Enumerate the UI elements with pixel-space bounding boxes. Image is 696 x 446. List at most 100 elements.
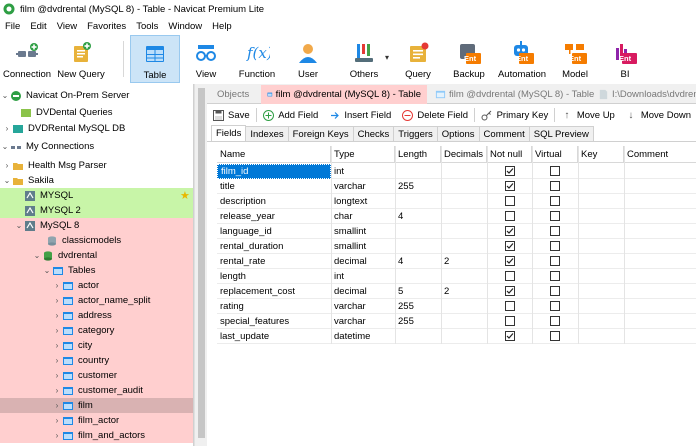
tree-table-item[interactable]: › actor_name_split: [0, 293, 193, 308]
column-header-decimals[interactable]: Decimals: [441, 146, 487, 163]
tree-mysql-8[interactable]: ⌄ MySQL 8: [0, 218, 193, 233]
tab-film-table-second[interactable]: film @dvdrental (MySQL 8) - Table: [429, 85, 600, 104]
tree-navicat-server[interactable]: ⌄ Navicat On-Prem Server: [0, 88, 193, 103]
tree-table-item[interactable]: › film_and_actors: [0, 428, 193, 443]
virtual-checkbox[interactable]: [550, 166, 560, 176]
tab-indexes[interactable]: Indexes: [245, 126, 289, 141]
cell-type[interactable]: decimal: [331, 254, 395, 269]
cell-length[interactable]: 5: [395, 284, 441, 299]
move-up-button[interactable]: ↑ Move Up: [556, 109, 620, 121]
cell-name[interactable]: last_update: [217, 329, 331, 344]
virtual-checkbox[interactable]: [550, 211, 560, 221]
chevron-right-icon[interactable]: ›: [52, 308, 62, 323]
chevron-right-icon[interactable]: ›: [52, 398, 62, 413]
chevron-right-icon[interactable]: ›: [52, 323, 62, 338]
cell-length[interactable]: 4: [395, 254, 441, 269]
tree-table-item[interactable]: › city: [0, 338, 193, 353]
column-header-name[interactable]: Name: [217, 146, 331, 163]
column-header-key[interactable]: Key: [578, 146, 624, 163]
virtual-checkbox[interactable]: [550, 196, 560, 206]
cell-decimals[interactable]: [441, 329, 487, 344]
not-null-checkbox[interactable]: [505, 226, 515, 236]
cell-name[interactable]: rental_duration: [217, 239, 331, 254]
chevron-right-icon[interactable]: ›: [52, 353, 62, 368]
tab-objects[interactable]: Objects: [211, 85, 255, 104]
cell-type[interactable]: int: [331, 269, 395, 284]
others-button[interactable]: Others: [340, 35, 388, 83]
cell-decimals[interactable]: [441, 164, 487, 179]
chevron-right-icon[interactable]: ›: [52, 428, 62, 443]
tab-film-table-active[interactable]: film @dvdrental (MySQL 8) - Table: [261, 85, 427, 104]
tree-mysql[interactable]: MYSQL ★: [0, 188, 193, 203]
menu-view[interactable]: View: [52, 21, 82, 32]
chevron-right-icon[interactable]: ›: [2, 121, 12, 136]
cell-decimals[interactable]: 2: [441, 284, 487, 299]
tree-table-item-selected[interactable]: › film: [0, 398, 193, 413]
tree-mysql-2[interactable]: MYSQL 2: [0, 203, 193, 218]
cell-type[interactable]: smallint: [331, 239, 395, 254]
tree-table-item[interactable]: › address: [0, 308, 193, 323]
cell-decimals[interactable]: [441, 239, 487, 254]
tree-table-item[interactable]: › actor: [0, 278, 193, 293]
menu-favorites[interactable]: Favorites: [82, 21, 131, 32]
virtual-checkbox[interactable]: [550, 316, 560, 326]
chevron-down-icon[interactable]: ⌄: [0, 139, 10, 154]
chevron-right-icon[interactable]: ›: [2, 158, 12, 173]
automation-button[interactable]: Ent Automation: [494, 35, 550, 83]
model-button[interactable]: Ent Model: [553, 35, 597, 83]
cell-type[interactable]: varchar: [331, 179, 395, 194]
virtual-checkbox[interactable]: [550, 181, 560, 191]
cell-type[interactable]: varchar: [331, 299, 395, 314]
delete-field-button[interactable]: Delete Field: [396, 109, 473, 121]
not-null-checkbox[interactable]: [505, 271, 515, 281]
menu-file[interactable]: File: [0, 21, 25, 32]
cell-type[interactable]: longtext: [331, 194, 395, 209]
cell-length[interactable]: [395, 239, 441, 254]
cell-length[interactable]: 255: [395, 314, 441, 329]
cell-length[interactable]: [395, 269, 441, 284]
cell-length[interactable]: [395, 194, 441, 209]
cell-type[interactable]: char: [331, 209, 395, 224]
cell-decimals[interactable]: [441, 224, 487, 239]
primary-key-button[interactable]: Primary Key: [476, 109, 554, 121]
tree-table-item[interactable]: › customer: [0, 368, 193, 383]
chevron-right-icon[interactable]: ›: [52, 278, 62, 293]
tree-tables[interactable]: ⌄ Tables: [0, 263, 193, 278]
column-header-length[interactable]: Length: [395, 146, 441, 163]
not-null-checkbox[interactable]: [505, 331, 515, 341]
menu-help[interactable]: Help: [207, 21, 237, 32]
cell-length[interactable]: [395, 164, 441, 179]
cell-length[interactable]: 255: [395, 179, 441, 194]
cell-decimals[interactable]: [441, 314, 487, 329]
view-button[interactable]: View: [183, 35, 229, 83]
not-null-checkbox[interactable]: [505, 301, 515, 311]
cell-length[interactable]: 4: [395, 209, 441, 224]
cell-length[interactable]: [395, 224, 441, 239]
virtual-checkbox[interactable]: [550, 271, 560, 281]
not-null-checkbox[interactable]: [505, 166, 515, 176]
not-null-checkbox[interactable]: [505, 256, 515, 266]
cell-length[interactable]: [395, 329, 441, 344]
cell-decimals[interactable]: 2: [441, 254, 487, 269]
virtual-checkbox[interactable]: [550, 256, 560, 266]
cell-name[interactable]: rating: [217, 299, 331, 314]
cell-name[interactable]: length: [217, 269, 331, 284]
chevron-right-icon[interactable]: ›: [52, 293, 62, 308]
not-null-checkbox[interactable]: [505, 316, 515, 326]
virtual-checkbox[interactable]: [550, 226, 560, 236]
tree-table-item[interactable]: › country: [0, 353, 193, 368]
tree-classicmodels[interactable]: classicmodels: [0, 233, 193, 248]
virtual-checkbox[interactable]: [550, 286, 560, 296]
menu-window[interactable]: Window: [163, 21, 207, 32]
tree-dvdental-queries[interactable]: DVDental Queries: [0, 105, 193, 120]
cell-name[interactable]: language_id: [217, 224, 331, 239]
cell-type[interactable]: decimal: [331, 284, 395, 299]
cell-decimals[interactable]: [441, 299, 487, 314]
others-dropdown-icon[interactable]: ▾: [385, 53, 389, 62]
tree-table-item[interactable]: › film_actor: [0, 413, 193, 428]
cell-name[interactable]: release_year: [217, 209, 331, 224]
chevron-down-icon[interactable]: ⌄: [2, 173, 12, 188]
column-header-comment[interactable]: Comment: [624, 146, 696, 163]
backup-button[interactable]: Ent Backup: [447, 35, 491, 83]
menu-tools[interactable]: Tools: [131, 21, 163, 32]
